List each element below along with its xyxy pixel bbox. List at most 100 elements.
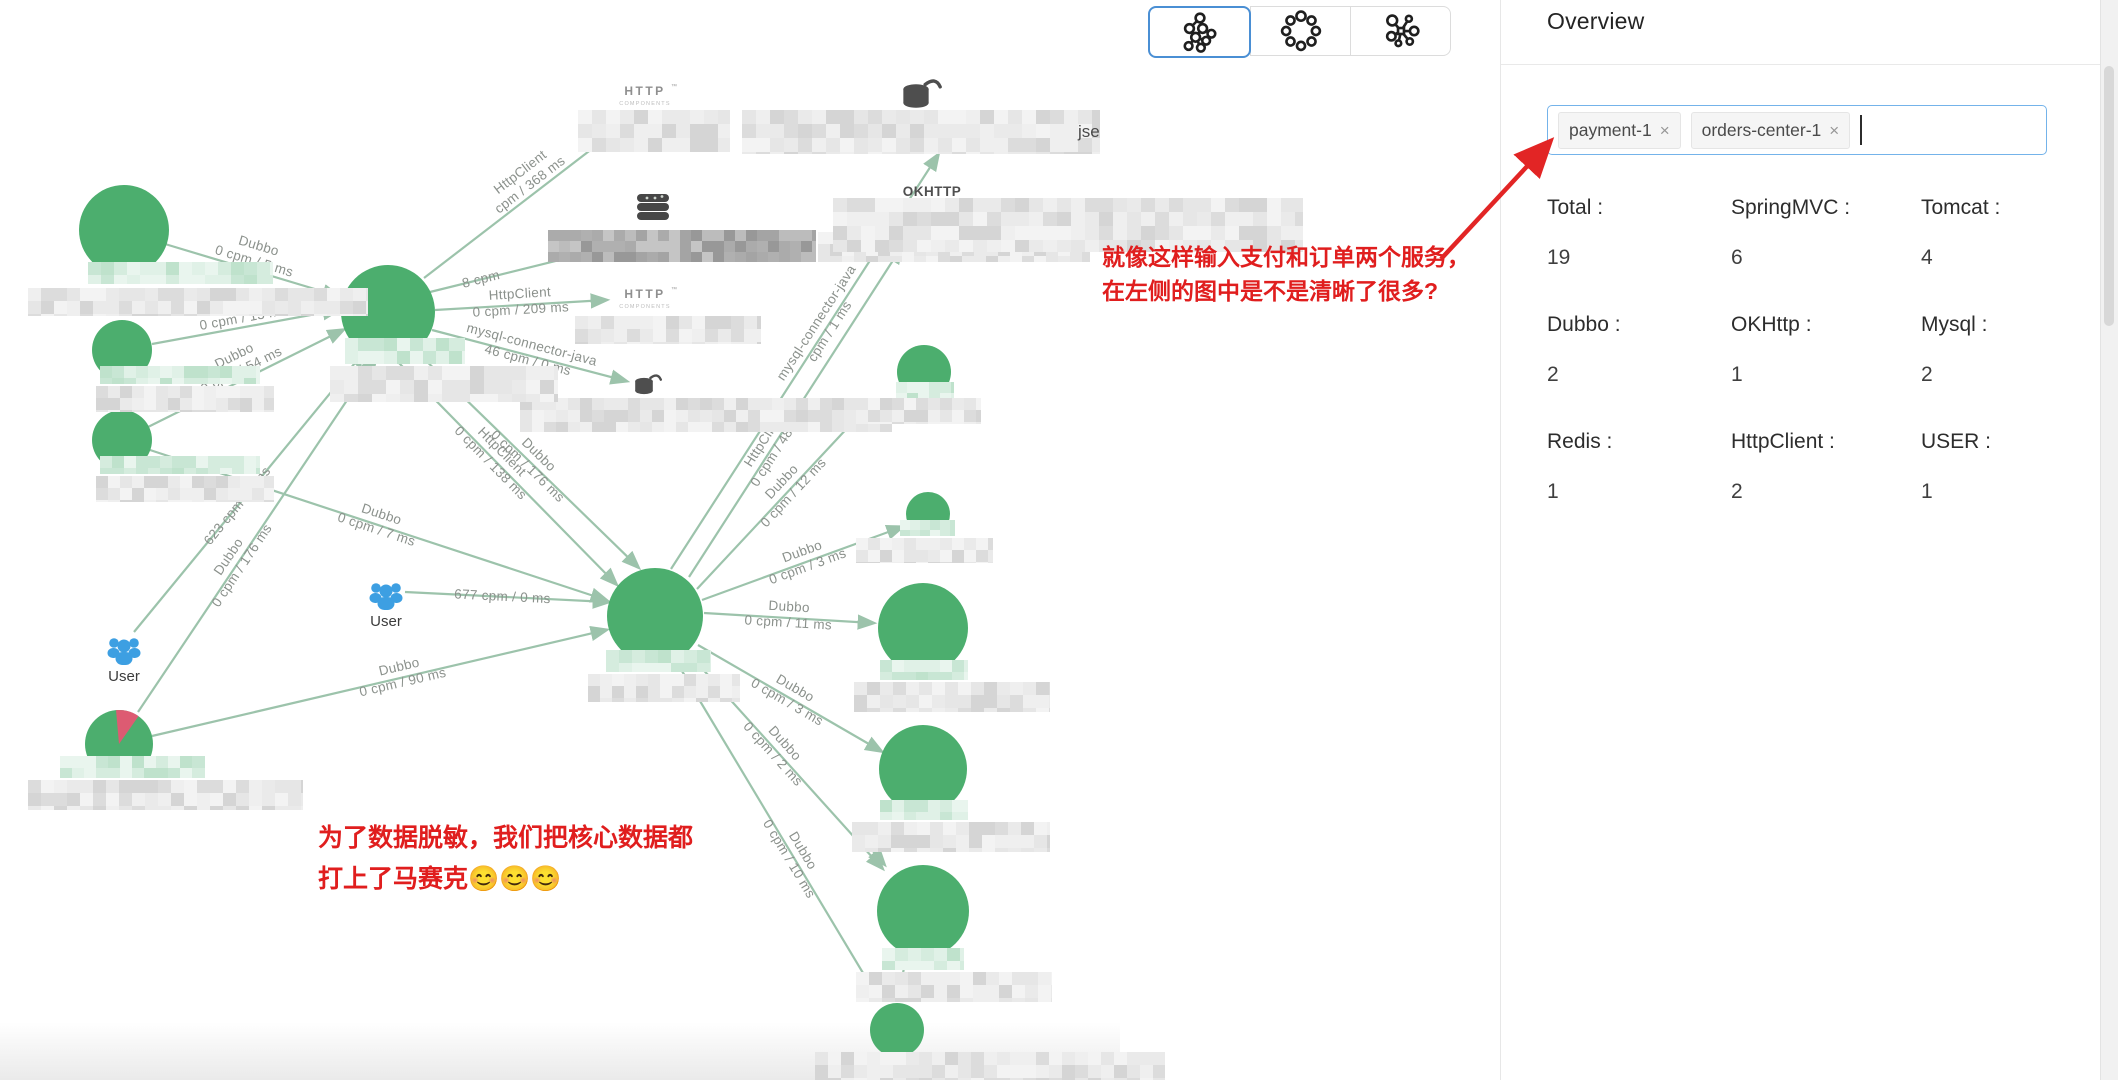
mosaic-label [880, 800, 968, 820]
stat-value: 1 [1547, 480, 1731, 547]
layout-radial-button[interactable] [1350, 6, 1451, 56]
scrollbar[interactable] [2100, 0, 2118, 1080]
mosaic-label [100, 366, 260, 384]
mosaic-label [28, 780, 303, 810]
mosaic-label [520, 398, 892, 432]
svg-text:0 cpm / 11 ms: 0 cpm / 11 ms [744, 612, 832, 632]
user-node-label: User [370, 613, 402, 630]
user-node[interactable]: User [370, 583, 403, 630]
edge-label: Dubbo0 cpm / 7 ms [336, 494, 423, 549]
service-node-svc-bottom[interactable] [870, 1003, 924, 1057]
annotation-line: 为了数据脱敏，我们把核心数据都 [318, 818, 693, 859]
scrollbar-thumb[interactable] [2104, 66, 2114, 326]
topology-graph[interactable]: Dubbo0 cpm / 5 msDubbo0 cpm / 13 msDubbo… [0, 0, 1500, 1080]
edge-label: Dubbo0 cpm / 11 ms [744, 596, 833, 632]
filter-tag[interactable]: orders-center-1 × [1691, 112, 1851, 149]
mosaic-label [588, 674, 740, 702]
user-node[interactable]: User [108, 638, 141, 685]
stat-value: 19 [1547, 246, 1731, 313]
edge-label: Dubbo0 cpm / 176 ms [195, 512, 274, 609]
stat-value: 6 [1731, 246, 1921, 313]
svg-text:mysql-connector-java: mysql-connector-java [773, 262, 858, 383]
stat-label: OKHttp : [1731, 313, 1921, 363]
edge-label: Dubbo0 cpm / 90 ms [354, 649, 447, 699]
panel-title: Overview [1547, 8, 1644, 35]
svg-text:™: ™ [671, 286, 677, 293]
edge-label: 677 cpm / 0 ms [454, 586, 551, 606]
circular-layout-icon [1278, 10, 1324, 52]
stat-value: 4 [1921, 246, 2091, 313]
edge-label: Dubbo0 cpm / 10 ms [760, 809, 832, 901]
annotation-text-input-hint: 就像这样输入支付和订单两个服务， 在左侧的图中是不是清晰了很多? [1102, 240, 1470, 308]
mysql-icon [635, 376, 661, 395]
service-node-svc-left-big[interactable] [79, 185, 169, 275]
overview-panel: Overview payment-1 × orders-center-1 × T… [1500, 0, 2102, 1080]
mosaic-label [88, 262, 273, 284]
svg-text:HTTP: HTTP [624, 287, 665, 301]
svg-text:COMPONENTS: COMPONENTS [619, 304, 670, 310]
filter-tag[interactable]: payment-1 × [1558, 112, 1681, 149]
edge-label: Dubbo0 cpm / 3 ms [748, 661, 834, 728]
stat-label: Total : [1547, 196, 1731, 246]
http-components-logo: HTTP ™ COMPONENTS [619, 83, 677, 107]
mosaic-label [880, 660, 968, 680]
mosaic-label [345, 338, 465, 364]
mosaic-label [815, 1052, 1165, 1080]
mysql-icon [903, 81, 940, 108]
mosaic-label [854, 682, 1050, 712]
user-node-label: User [108, 668, 140, 685]
mosaic-label [28, 288, 368, 316]
layout-force-button[interactable] [1148, 6, 1251, 58]
svg-text:Dubbo: Dubbo [768, 598, 810, 615]
mosaic-label [100, 456, 260, 474]
mosaic-label [900, 520, 955, 536]
svg-text:HTTP: HTTP [624, 84, 665, 98]
service-node-svc-right-4[interactable] [879, 725, 967, 813]
layout-circular-button[interactable] [1250, 6, 1351, 56]
stat-label: Dubbo : [1547, 313, 1731, 363]
stat-value: 1 [1731, 363, 1921, 430]
annotation-line: 在左侧的图中是不是清晰了很多? [1102, 274, 1470, 308]
panel-divider [1501, 64, 2102, 65]
mosaic-label [96, 476, 274, 502]
svg-text:0 cpm / 209 ms: 0 cpm / 209 ms [472, 299, 569, 320]
stat-label: Tomcat : [1921, 196, 2091, 246]
okhttp-logo: OKHTTP [903, 184, 962, 199]
mosaic-label [606, 650, 711, 672]
stat-label: USER : [1921, 430, 2091, 480]
text-cursor [1860, 115, 1862, 145]
stat-label: HttpClient : [1731, 430, 1921, 480]
service-node-svc-right-3[interactable] [878, 583, 968, 673]
mosaic-label [548, 230, 816, 262]
layout-toolbar [1148, 6, 1451, 58]
mosaic-label [856, 538, 993, 563]
jse-text: jse [1077, 122, 1100, 141]
mosaic-label [882, 948, 964, 970]
annotation-line: 打上了马赛克😊😊😊 [318, 859, 693, 900]
filter-tag-label: orders-center-1 [1702, 120, 1822, 141]
mosaic-label [856, 398, 981, 424]
edge-label: Dubbo0 cpm / 3 ms [761, 530, 848, 587]
mosaic-label [856, 972, 1052, 1002]
app-window: Dubbo0 cpm / 5 msDubbo0 cpm / 13 msDubbo… [0, 0, 2118, 1080]
stat-label: Mysql : [1921, 313, 2091, 363]
radial-layout-icon [1378, 10, 1424, 52]
tag-remove-icon[interactable]: × [1829, 122, 1839, 139]
annotation-text-mosaic-hint: 为了数据脱敏，我们把核心数据都 打上了马赛克😊😊😊 [318, 818, 693, 900]
service-filter-input[interactable]: payment-1 × orders-center-1 × [1547, 105, 2047, 155]
mosaic-label [578, 110, 730, 152]
tag-remove-icon[interactable]: × [1660, 122, 1670, 139]
mosaic-label [742, 110, 1100, 154]
svg-text:™: ™ [671, 83, 677, 90]
stat-value: 2 [1547, 363, 1731, 430]
http-components-logo: HTTP ™ COMPONENTS [619, 286, 677, 310]
svg-text:COMPONENTS: COMPONENTS [619, 101, 670, 107]
redis-icon [637, 194, 669, 220]
stat-value: 2 [1921, 363, 2091, 430]
service-node-svc-right-5[interactable] [877, 865, 969, 957]
service-node-svc-hub-2[interactable] [607, 568, 703, 664]
mosaic-label [575, 316, 761, 344]
edge-label: HttpClient0 cpm / 209 ms [471, 283, 569, 320]
overview-stats: Total : SpringMVC : Tomcat : 19 6 4 Dubb… [1547, 196, 2091, 547]
stat-label: SpringMVC : [1731, 196, 1921, 246]
